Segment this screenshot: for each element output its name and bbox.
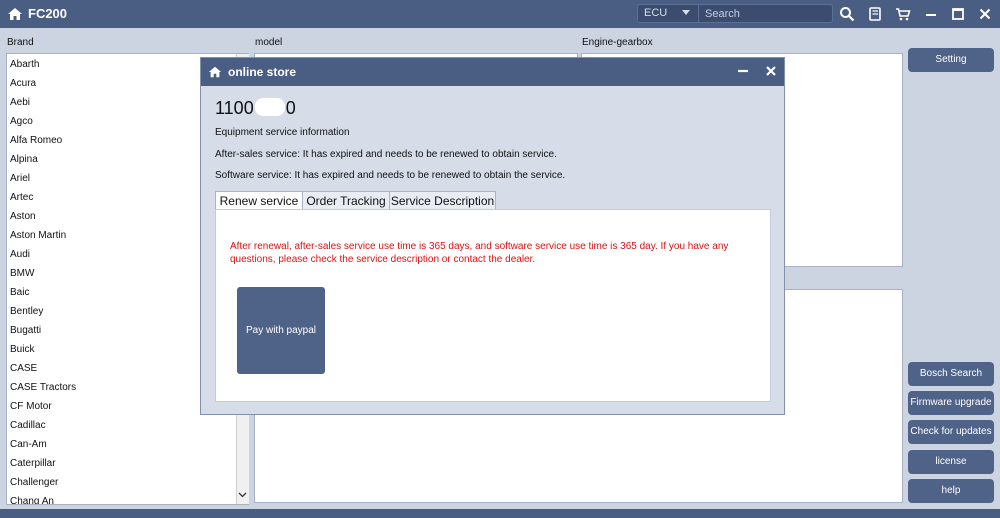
list-item[interactable]: Aebi (10, 96, 30, 109)
check-updates-button[interactable]: Check for updates (908, 420, 994, 444)
chevron-down-icon (682, 10, 690, 15)
setting-button[interactable]: Setting (908, 48, 994, 72)
engine-column-header: Engine-gearbox (582, 37, 653, 48)
tab-service-description[interactable]: Service Description (389, 191, 496, 211)
help-button[interactable]: help (908, 479, 994, 503)
app-title: FC200 (28, 6, 68, 21)
close-icon[interactable] (977, 6, 993, 22)
serial-suffix: 0 (285, 98, 296, 118)
list-item[interactable]: Alpina (10, 153, 38, 166)
search-icon[interactable] (839, 6, 855, 22)
redaction-mask (254, 98, 285, 116)
pay-with-paypal-button[interactable]: Pay with paypal (237, 287, 325, 374)
firmware-upgrade-button[interactable]: Firmware upgrade (908, 391, 994, 415)
device-serial: 1100 0 (215, 97, 296, 119)
maximize-icon[interactable] (950, 6, 966, 22)
brand-column-header: Brand (7, 37, 34, 48)
bosch-search-button[interactable]: Bosch Search (908, 362, 994, 386)
list-item[interactable]: Ariel (10, 172, 30, 185)
license-button[interactable]: license (908, 450, 994, 474)
list-item[interactable]: Agco (10, 115, 33, 128)
list-item[interactable]: CASE (10, 362, 37, 375)
service-info-heading: Equipment service information (215, 127, 350, 138)
online-store-dialog: online store 1100 0 Equipment service inf… (200, 57, 785, 415)
list-item[interactable]: Cadillac (10, 419, 46, 432)
tab-order-tracking[interactable]: Order Tracking (302, 191, 390, 211)
list-item[interactable]: BMW (10, 267, 34, 280)
list-item[interactable]: Buick (10, 343, 34, 356)
list-item[interactable]: Caterpillar (10, 457, 56, 470)
list-item[interactable]: CF Motor (10, 400, 52, 413)
list-item[interactable]: Audi (10, 248, 30, 261)
serial-prefix: 1100 (215, 98, 254, 118)
list-item[interactable]: Bentley (10, 305, 43, 318)
cart-icon[interactable] (895, 6, 911, 22)
renewal-notice: After renewal, after-sales service use t… (230, 241, 729, 265)
status-bar (0, 509, 1000, 518)
close-icon[interactable] (764, 64, 778, 78)
list-item[interactable]: Can-Am (10, 438, 47, 451)
home-icon (208, 66, 222, 78)
list-item[interactable]: Baic (10, 286, 29, 299)
list-item[interactable]: Chang An (10, 495, 54, 504)
list-item[interactable]: CASE Tractors (10, 381, 76, 394)
list-item[interactable]: Acura (10, 77, 36, 90)
list-item[interactable]: Aston Martin (10, 229, 66, 242)
minimize-icon[interactable] (736, 64, 750, 78)
list-item[interactable]: Bugatti (10, 324, 41, 337)
renew-service-panel: After renewal, after-sales service use t… (215, 209, 771, 402)
list-item[interactable]: Abarth (10, 58, 39, 71)
list-item[interactable]: Aston (10, 210, 36, 223)
software-service-status: Software service: It has expired and nee… (215, 170, 566, 181)
after-sales-status: After-sales service: It has expired and … (215, 149, 557, 160)
manual-book-icon[interactable] (867, 6, 883, 22)
list-item[interactable]: Challenger (10, 476, 58, 489)
list-item[interactable]: Artec (10, 191, 33, 204)
search-input[interactable] (699, 4, 833, 23)
list-item[interactable]: Alfa Romeo (10, 134, 62, 147)
chevron-down-icon[interactable] (238, 490, 247, 499)
minimize-icon[interactable] (923, 6, 939, 22)
home-icon[interactable] (7, 6, 23, 22)
model-column-header: model (255, 37, 283, 48)
dialog-title: online store (228, 65, 297, 79)
